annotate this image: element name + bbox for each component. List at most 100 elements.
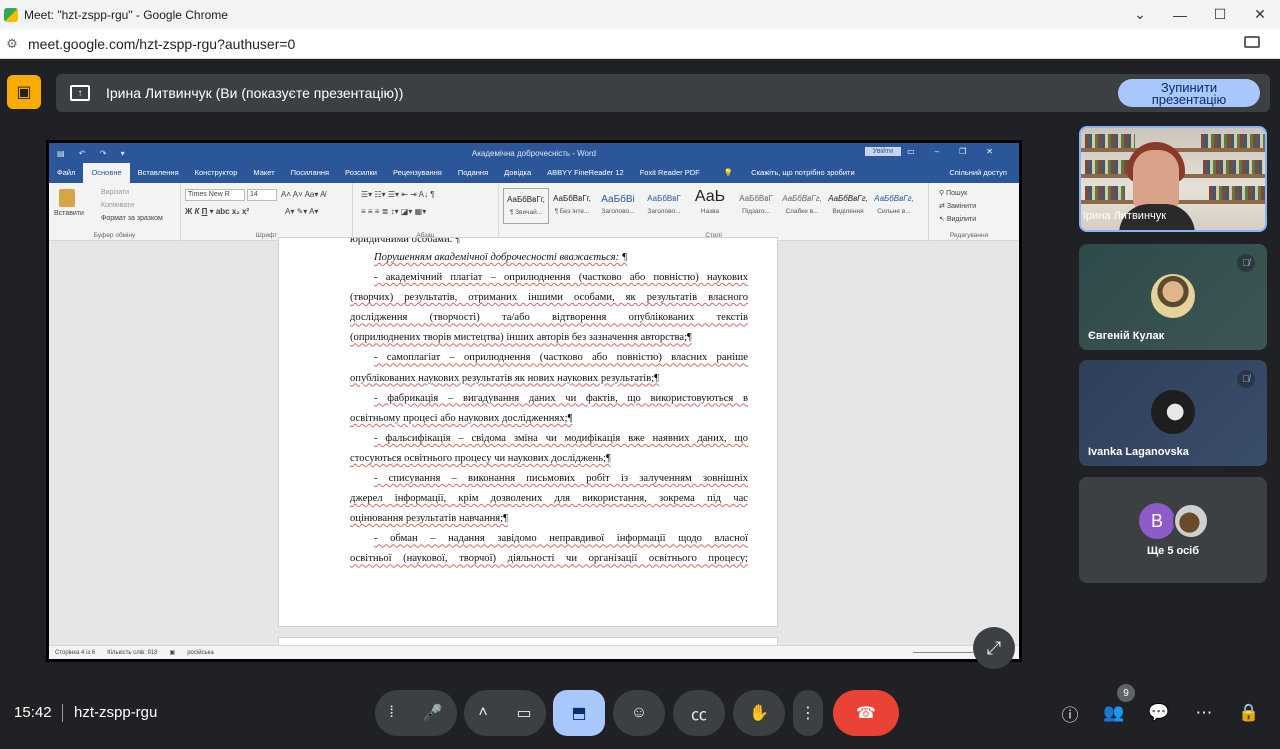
apps-icon[interactable]: ⋯ bbox=[1191, 700, 1217, 726]
avatar bbox=[1173, 503, 1209, 539]
style-normal[interactable]: АаБбВвГг, ¶ Звичай... bbox=[503, 188, 549, 224]
doc-line: освітньої (наукової, творчої) діяльності… bbox=[350, 553, 748, 565]
tab-abbyy[interactable]: ABBYY FineReader 12 bbox=[539, 168, 632, 183]
word-window: ▤ ↶ ↷ ▾ Академічна доброчесність - Word … bbox=[49, 143, 1019, 659]
list-buttons[interactable]: ☰▾ ☷▾ ☰▾ ⇤ ⇥ A↓ ¶ bbox=[361, 190, 435, 199]
align-buttons[interactable]: ≡ ≡ ≡ ≣ ↕▾ ◪▾ ▦▾ bbox=[361, 207, 426, 216]
books bbox=[1209, 186, 1265, 200]
style-subtle-emphasis[interactable]: АаБбВвГг, Слабке в... bbox=[779, 188, 825, 224]
tab-references[interactable]: Посилання bbox=[283, 168, 337, 183]
present-screen-icon: ⬒ bbox=[571, 705, 587, 722]
format-painter-button[interactable]: Формат за зразком bbox=[101, 215, 163, 222]
font-size-buttons[interactable]: A˄ A˅ Aa▾ A̸ bbox=[281, 190, 326, 199]
tab-design[interactable]: Конструктор bbox=[187, 168, 246, 183]
people-icon[interactable]: 👥 bbox=[1101, 700, 1127, 726]
reactions-button[interactable]: ☺ bbox=[613, 690, 665, 736]
style-intense-emphasis[interactable]: АаБбВвГг, Сильне в... bbox=[871, 188, 917, 224]
styles-group: АаБбВвГг, ¶ Звичай... АаБбВвГг, ¶ Без інте… bbox=[499, 183, 929, 241]
tab-foxit[interactable]: Foxit Reader PDF bbox=[632, 168, 708, 183]
word-status-bar: Сторінка 4 із 6 Кількість слів: 918 ▣ ро… bbox=[49, 645, 1019, 659]
style-heading1[interactable]: АаБбВі Заголово... bbox=[595, 188, 641, 224]
cut-button[interactable]: Вирізати bbox=[101, 189, 129, 196]
clipboard-group-label: Буфер обміну bbox=[93, 232, 136, 239]
doc-line: - списування – виконання письмових робіт… bbox=[374, 473, 748, 485]
share-button[interactable]: Спільний доступ bbox=[941, 168, 1019, 183]
style-preview: АаБбВвГ bbox=[739, 194, 773, 203]
page-count[interactable]: Сторінка 4 із 6 bbox=[55, 650, 95, 656]
style-preview: АаБбВі bbox=[601, 194, 635, 205]
leave-call-button[interactable]: ☎ bbox=[833, 690, 899, 736]
chevron-down-icon[interactable]: ⌄ bbox=[1120, 0, 1160, 29]
meet-control-bar: 15:42 hzt-zspp-rgu ⁞ 🎤 ˄ ▭ ⬒ ☺ ㏄ ✋ ⋮ ☎ ⓘ… bbox=[0, 680, 1280, 749]
style-name: Сильне в... bbox=[877, 208, 911, 215]
word-window-controls[interactable]: ▭–❐✕ bbox=[907, 147, 1013, 156]
doc-line: джерел інформації, крім дозволених для в… bbox=[350, 493, 748, 505]
font-color-buttons[interactable]: A▾ ✎▾ A▾ bbox=[285, 207, 318, 216]
replace-icon: ⇄ bbox=[939, 203, 947, 210]
chevron-up-icon[interactable]: ˄ bbox=[478, 704, 487, 722]
more-participants-tile[interactable]: В Ще 5 осіб bbox=[1079, 477, 1267, 583]
presenting-banner: ▣ ↑ Ірина Литвинчук (Ви (показуєте презе… bbox=[0, 59, 1280, 127]
select-label: Виділити bbox=[946, 216, 977, 223]
microphone-icon[interactable]: 🎤 bbox=[423, 703, 443, 723]
tab-help[interactable]: Довідка bbox=[496, 168, 539, 183]
tab-view[interactable]: Подання bbox=[450, 168, 496, 183]
participant-tile-self[interactable]: Ірина Литвинчук bbox=[1079, 126, 1267, 232]
info-icon[interactable]: ⓘ bbox=[1057, 700, 1083, 726]
word-count[interactable]: Кількість слів: 918 bbox=[107, 650, 157, 656]
sign-in-button[interactable]: Увійти bbox=[864, 147, 901, 156]
host-controls-icon[interactable]: 🔒 bbox=[1236, 700, 1262, 726]
select-button[interactable]: ↖ Виділити bbox=[939, 215, 976, 223]
participant-tile-ivanka[interactable]: 🎙̸ Ivanka Laganovska bbox=[1079, 360, 1267, 466]
language-indicator[interactable]: російська bbox=[187, 650, 214, 656]
presentation-notice-icon[interactable]: ▣ bbox=[7, 75, 41, 109]
style-name: Заголово... bbox=[601, 208, 635, 215]
tab-mailings[interactable]: Розсилки bbox=[337, 168, 385, 183]
style-emphasis[interactable]: АаБбВвГг, Виділення bbox=[825, 188, 871, 224]
document-page[interactable]: юридичними особами. ¶ Порушенням академі… bbox=[278, 237, 778, 627]
mic-off-icon: 🎙̸ bbox=[1237, 370, 1255, 388]
stop-presenting-button[interactable]: Зупинити презентацію bbox=[1118, 79, 1260, 107]
present-screen-button[interactable]: ⬒ bbox=[553, 690, 605, 736]
replace-button[interactable]: ⇄ Замінити bbox=[939, 202, 976, 210]
captions-button[interactable]: ㏄ bbox=[673, 690, 725, 736]
style-no-spacing[interactable]: АаБбВвГг, ¶ Без інте... bbox=[549, 188, 595, 224]
expand-icon[interactable]: ⤢ bbox=[973, 627, 1015, 669]
camera-in-use-icon[interactable] bbox=[1244, 36, 1260, 48]
style-heading2[interactable]: АаБбВвГ Заголово... bbox=[641, 188, 687, 224]
site-settings-icon[interactable]: ⚙ bbox=[2, 36, 22, 52]
cursor-icon: ↖ bbox=[939, 216, 947, 223]
find-button[interactable]: ⚲ Пошук bbox=[939, 189, 967, 197]
close-icon[interactable]: ✕ bbox=[1240, 0, 1280, 29]
font-size-select[interactable]: 14 bbox=[247, 189, 277, 201]
tab-layout[interactable]: Макет bbox=[245, 168, 282, 183]
tab-review[interactable]: Рецензування bbox=[385, 168, 450, 183]
style-title[interactable]: АаЬ Назва bbox=[687, 188, 733, 224]
chat-icon[interactable]: 💬 bbox=[1146, 700, 1172, 726]
minimize-icon[interactable]: — bbox=[1160, 0, 1200, 29]
font-name-select[interactable]: Times New R bbox=[185, 189, 245, 201]
tab-file[interactable]: Файл bbox=[49, 168, 83, 183]
document-area[interactable]: юридичними особами. ¶ Порушенням академі… bbox=[49, 237, 1019, 657]
copy-button[interactable]: Копіювати bbox=[101, 202, 134, 209]
tab-insert[interactable]: Вставлення bbox=[130, 168, 187, 183]
participant-name: Ivanka Laganovska bbox=[1088, 446, 1189, 458]
style-subtitle[interactable]: АаБбВвГ Підзаго... bbox=[733, 188, 779, 224]
url-field[interactable]: meet.google.com/hzt-zspp-rgu?authuser=0 bbox=[28, 36, 295, 52]
divider bbox=[62, 704, 63, 722]
style-preview: АаЬ bbox=[694, 188, 726, 205]
proofing-icon[interactable]: ▣ bbox=[170, 649, 176, 656]
hand-icon: ✋ bbox=[749, 705, 769, 722]
tell-me-search[interactable]: 💡 Скажіть, що потрібно зробити bbox=[708, 168, 871, 183]
raise-hand-button[interactable]: ✋ bbox=[733, 690, 785, 736]
format-buttons[interactable]: Ж К П ▾ abc x₂ x² bbox=[185, 207, 249, 216]
more-options-button[interactable]: ⋮ bbox=[793, 690, 823, 736]
participant-tile-kulak[interactable]: 🎙̸ Євгеній Кулак bbox=[1079, 244, 1267, 350]
paste-icon[interactable] bbox=[59, 189, 75, 207]
style-name: Підзаго... bbox=[742, 208, 770, 215]
paste-button[interactable]: Вставити bbox=[54, 210, 84, 217]
camera-icon[interactable]: ▭ bbox=[516, 703, 531, 723]
tab-home[interactable]: Основне bbox=[83, 163, 130, 183]
maximize-icon[interactable]: ☐ bbox=[1200, 0, 1240, 29]
zoom-slider[interactable] bbox=[913, 652, 973, 653]
